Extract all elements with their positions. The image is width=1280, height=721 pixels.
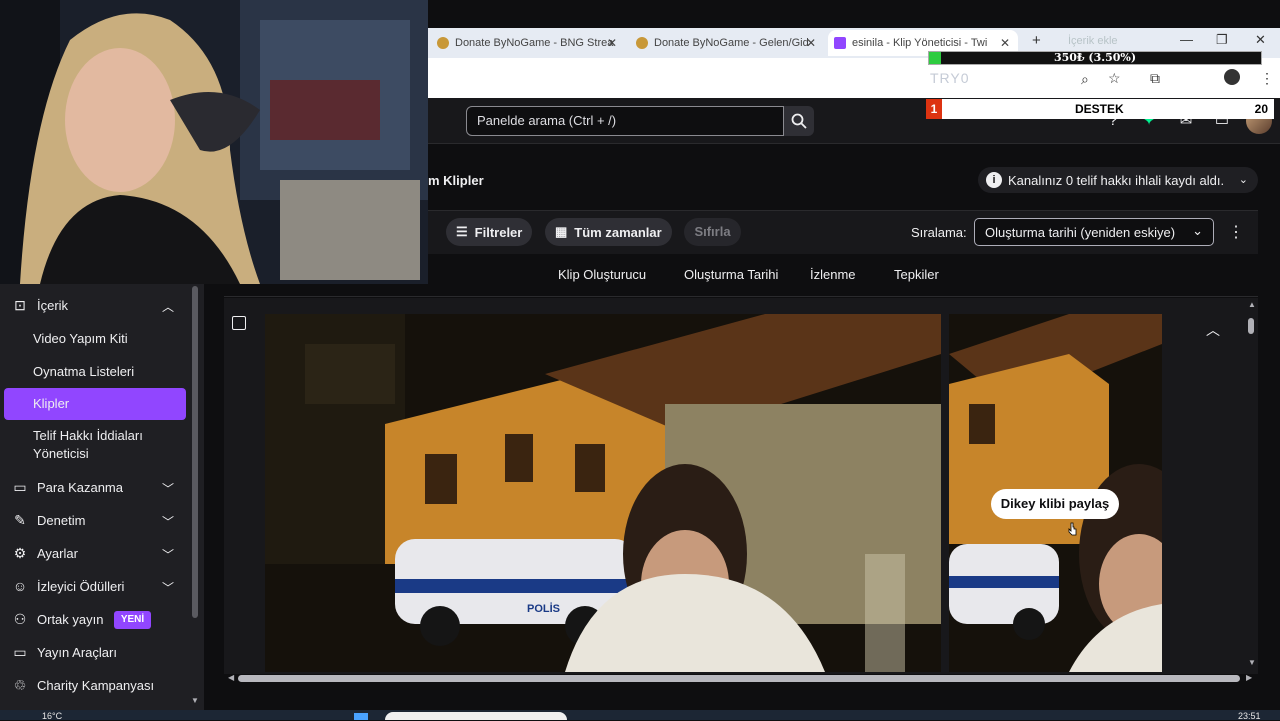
calendar-icon: ▦ (555, 224, 568, 239)
horizontal-scrollbar-thumb[interactable] (238, 675, 1240, 682)
money-icon: ▭ (13, 479, 27, 495)
chevron-down-icon: ⌄ (1238, 174, 1248, 186)
support-rank: 1 (926, 99, 942, 119)
sidebar-item-settings[interactable]: ⚙ Ayarlar (10, 545, 78, 562)
filter-sliders-icon: ☰ (456, 224, 468, 239)
gear-icon: ⚙ (13, 545, 27, 561)
search-icon (791, 113, 807, 129)
column-views[interactable]: İzlenme (810, 267, 856, 282)
sort-select[interactable]: Oluşturma tarihi (yeniden eskiye) ⌄ (974, 218, 1214, 246)
charity-icon: ♲ (13, 677, 27, 693)
mouse-cursor-icon (1068, 522, 1077, 536)
scroll-left-arrow-icon[interactable]: ◀ (228, 673, 234, 682)
twitch-favicon-icon (834, 37, 846, 49)
column-reactions[interactable]: Tepkiler (894, 267, 939, 282)
sidebar-item-collab-stream[interactable]: ⚇ Ortak yayın (10, 611, 104, 628)
header-divider (224, 296, 1258, 297)
police-car-label: POLİS (527, 602, 560, 615)
sidebar-item-moderation[interactable]: ✎ Denetim (10, 512, 85, 529)
bynogame-favicon-icon (437, 37, 449, 49)
new-tab-button[interactable]: + (1032, 32, 1041, 49)
windows-start-icon[interactable] (354, 713, 368, 720)
support-ranking-widget: 1 DESTEK 20 (926, 99, 1274, 119)
sidebar-scroll-down-icon[interactable]: ▼ (191, 696, 199, 705)
browser-tab-bng-stream[interactable]: Donate ByNoGame - BNG Strea ✕ (437, 30, 617, 56)
sidebar-item-stream-tools[interactable]: ▭ Yayın Araçları (10, 644, 117, 661)
sidebar-sub-playlists[interactable]: Oynatma Listeleri (33, 363, 134, 381)
sidebar-item-content[interactable]: ⊡ İçerik (10, 297, 68, 314)
sidebar-scrollbar-thumb[interactable] (192, 286, 198, 618)
info-icon: i (986, 172, 1002, 188)
support-label: DESTEK (1075, 102, 1124, 116)
collab-icon: ⚇ (13, 611, 27, 627)
clip-scene-image: POLİS (265, 314, 941, 672)
maximize-button[interactable]: ❐ (1216, 32, 1228, 48)
search-button[interactable] (784, 106, 814, 136)
filters-button[interactable]: ☰ Filtreler (446, 218, 533, 246)
stream-tools-icon: ▭ (13, 644, 27, 660)
chevron-up-icon[interactable]: ︿ (162, 298, 174, 315)
time-range-button[interactable]: ▦ Tüm zamanlar (545, 218, 672, 246)
chevron-down-icon[interactable]: ﹀ (162, 480, 174, 497)
close-tab-icon[interactable]: ✕ (1000, 36, 1010, 50)
overlay-faint-text: İçerik ekle (1068, 35, 1118, 47)
sidebar-item-viewer-rewards[interactable]: ☺ İzleyici Ödülleri (10, 578, 125, 594)
vertical-scrollbar-thumb[interactable] (1248, 318, 1254, 334)
bookmark-star-icon[interactable]: ☆ (1108, 70, 1121, 87)
os-taskbar (0, 710, 1280, 720)
share-vertical-clip-tooltip[interactable]: Dikey klibi paylaş (991, 489, 1119, 519)
browser-tab-bng-gelen[interactable]: Donate ByNoGame - Gelen/Gid ✕ (636, 30, 816, 56)
vertical-scrollbar[interactable]: ▲ ▼ (1246, 300, 1256, 670)
profile-icon[interactable] (1224, 69, 1240, 85)
sidebar-item-monetization[interactable]: ▭ Para Kazanma (10, 479, 123, 496)
more-options-icon[interactable]: ⋮ (1228, 222, 1244, 242)
sidebar-item-charity[interactable]: ♲ Charity Kampanyası (10, 677, 154, 694)
sort-label: Sıralama: (911, 225, 967, 240)
bynogame-favicon-icon (636, 37, 648, 49)
close-tab-icon[interactable]: ✕ (806, 36, 816, 50)
overlay-currency-text: TRY0 (930, 70, 970, 86)
close-tab-icon[interactable]: ✕ (607, 36, 617, 50)
chevron-down-icon[interactable]: ﹀ (162, 546, 174, 563)
donation-goal-text: 350₺ (3.50%) (1053, 51, 1137, 64)
dashboard-search-input[interactable]: Panelde arama (Ctrl + /) (466, 106, 784, 136)
extensions-icon[interactable]: ⧉ (1150, 70, 1160, 87)
close-window-button[interactable]: ✕ (1255, 32, 1266, 48)
chevron-down-icon[interactable]: ﹀ (162, 513, 174, 530)
browser-menu-icon[interactable]: ⋮ (1260, 70, 1274, 87)
column-created-date[interactable]: Oluşturma Tarihi (684, 267, 778, 282)
copyright-notice[interactable]: i Kanalınız 0 telif hakkı ihlali kaydı a… (978, 167, 1258, 193)
minimize-button[interactable]: — (1180, 32, 1193, 47)
collapse-row-chevron-icon[interactable]: ︿ (1206, 320, 1220, 340)
donation-goal-bar: 350₺ (3.50%) (928, 51, 1262, 65)
column-clip-creator[interactable]: Klip Oluşturucu (558, 267, 646, 282)
new-badge: YENİ (114, 611, 151, 629)
chevron-down-icon: ⌄ (1192, 223, 1203, 238)
scroll-right-arrow-icon[interactable]: ▶ (1246, 673, 1252, 682)
sidebar-sub-clips[interactable]: Klipler (33, 395, 69, 413)
moderation-icon: ✎ (14, 512, 26, 528)
chevron-down-icon[interactable]: ﹀ (162, 579, 174, 596)
taskbar-search-box[interactable] (385, 712, 567, 720)
streamer-webcam (0, 0, 428, 284)
sidebar-sub-video-kit[interactable]: Video Yapım Kiti (33, 330, 128, 348)
sidebar-sub-copyright-claims[interactable]: Telif Hakkı İddiaları Yöneticisi (33, 427, 173, 463)
support-count: 20 (1254, 102, 1268, 116)
reset-button[interactable]: Sıfırla (684, 218, 741, 246)
rewards-icon: ☺ (12, 578, 28, 594)
zoom-icon[interactable]: ⌕ (1081, 71, 1089, 88)
page-title: m Klipler (428, 173, 484, 188)
clip-select-checkbox[interactable] (232, 316, 246, 330)
sidebar-sub-clips-active[interactable] (4, 388, 186, 420)
webcam-scene-image (0, 0, 428, 284)
clip-preview-horizontal[interactable]: POLİS (265, 314, 941, 672)
content-icon: ⊡ (14, 297, 26, 313)
